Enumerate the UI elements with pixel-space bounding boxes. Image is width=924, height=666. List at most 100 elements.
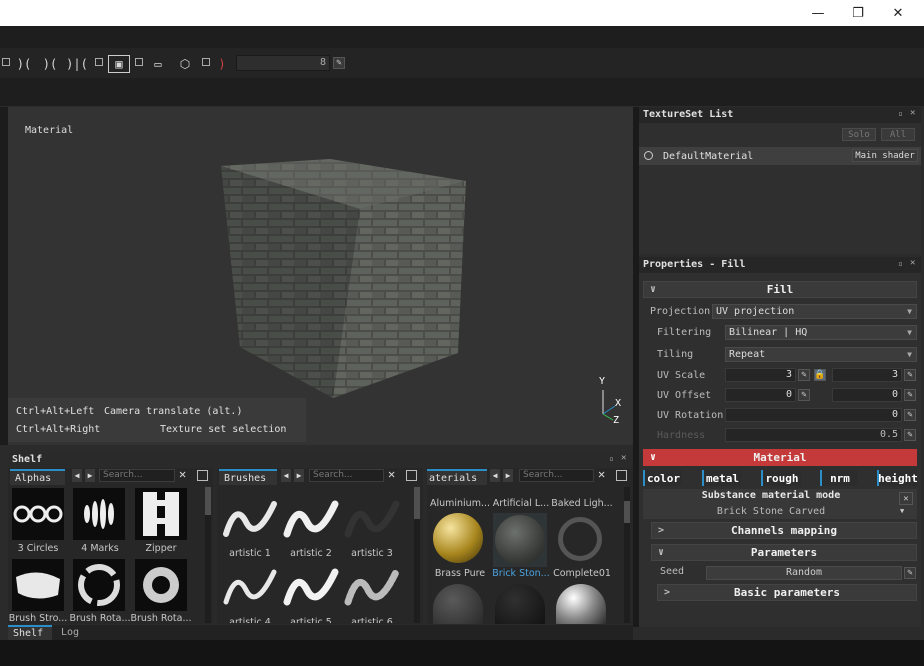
prev-icon[interactable]: ◀ xyxy=(72,469,82,482)
loading-icon xyxy=(558,517,602,561)
pen-icon[interactable]: ✎ xyxy=(904,429,916,441)
alphas-scrollbar[interactable] xyxy=(205,487,211,623)
next-icon[interactable]: ▶ xyxy=(85,469,95,482)
brush-size-slider[interactable] xyxy=(236,55,330,71)
prev-icon[interactable]: ◀ xyxy=(490,469,500,482)
basic-parameters-header[interactable]: > Basic parameters xyxy=(657,584,917,601)
channel-height-toggle[interactable]: height xyxy=(877,470,918,486)
properties-header: Properties - Fill xyxy=(639,257,921,273)
alpha-thumb[interactable] xyxy=(135,488,187,540)
uv-rotation-label: UV Rotation xyxy=(657,410,724,421)
camera-icon[interactable]: ▭ xyxy=(146,55,170,73)
channel-metal-toggle[interactable]: metal xyxy=(702,470,741,486)
hardness-field[interactable]: 0.5 xyxy=(725,428,902,442)
parameters-header[interactable]: ∨ Parameters xyxy=(651,544,917,561)
grid-view-icon[interactable] xyxy=(197,470,208,481)
projection-value: UV projection xyxy=(716,306,795,317)
filtering-dropdown[interactable]: Bilinear | HQ ▼ xyxy=(725,325,917,340)
brush-thumb[interactable] xyxy=(222,492,278,548)
grid-view-icon[interactable] xyxy=(616,470,627,481)
brush-thumb[interactable] xyxy=(283,492,339,548)
brushes-search-input[interactable]: Search... xyxy=(309,469,384,482)
materials-scrollbar[interactable] xyxy=(624,487,630,623)
shader-select[interactable]: Main shader xyxy=(852,149,918,162)
external-link-icon[interactable] xyxy=(202,58,210,66)
grid-view-icon[interactable] xyxy=(406,470,417,481)
slider-value: 8 xyxy=(320,57,327,68)
dropdown-arrow-icon[interactable]: ▼ xyxy=(900,507,904,515)
external-link-icon[interactable] xyxy=(2,58,10,66)
brass-material-sphere[interactable] xyxy=(433,513,483,563)
solo-button[interactable]: Solo xyxy=(842,128,876,141)
brush-thumb[interactable] xyxy=(344,492,400,548)
cube-view-icon[interactable]: ▣ xyxy=(108,55,130,73)
next-icon[interactable]: ▶ xyxy=(503,469,513,482)
material-section-header[interactable]: ∨ Material xyxy=(643,449,917,466)
pen-icon[interactable]: ✎ xyxy=(904,409,916,421)
record-icon[interactable]: ) xyxy=(212,55,232,73)
projection-dropdown[interactable]: UV projection ▼ xyxy=(712,304,917,319)
lock-icon[interactable]: 🔒 xyxy=(814,369,826,381)
external-link-icon[interactable] xyxy=(135,58,143,66)
alpha-thumb[interactable] xyxy=(12,488,64,540)
external-link-icon[interactable] xyxy=(95,58,103,66)
alpha-thumb[interactable] xyxy=(73,559,125,611)
tiling-dropdown[interactable]: Repeat ▼ xyxy=(725,347,917,362)
texture-set-panel xyxy=(639,107,921,254)
pen-icon[interactable]: ✎ xyxy=(333,57,345,69)
channel-color-toggle[interactable]: color xyxy=(643,470,682,486)
clear-search-icon[interactable]: ✕ xyxy=(179,467,186,481)
symmetry-x-icon[interactable]: )( xyxy=(38,55,62,73)
uv-offset-u-field[interactable]: 0 xyxy=(725,388,796,402)
alphas-search-input[interactable]: Search... xyxy=(99,469,175,482)
tab-alphas[interactable]: Alphas xyxy=(10,469,65,485)
uv-offset-v-field[interactable]: 0 xyxy=(832,388,902,402)
tab-shelf[interactable]: Shelf xyxy=(8,625,52,640)
fill-section-header[interactable]: ∨ Fill xyxy=(643,281,917,298)
pen-icon[interactable]: ✎ xyxy=(904,369,916,381)
brushes-scrollbar[interactable] xyxy=(414,487,420,623)
minimize-button[interactable]: — xyxy=(798,0,838,26)
3d-viewport[interactable] xyxy=(8,107,633,445)
uv-scale-v-field[interactable]: 3 xyxy=(832,368,902,382)
close-window-button[interactable]: ✕ xyxy=(878,0,918,26)
close-panel-icon[interactable]: ✕ xyxy=(910,108,915,118)
brush-thumb[interactable] xyxy=(222,562,278,614)
pen-icon[interactable]: ✎ xyxy=(798,369,810,381)
tab-brushes[interactable]: Brushes xyxy=(219,469,277,485)
alpha-thumb[interactable] xyxy=(12,559,64,611)
uv-rotation-field[interactable]: 0 xyxy=(725,408,902,422)
clear-search-icon[interactable]: ✕ xyxy=(598,467,605,481)
symmetry-mirror-icon[interactable]: )|( xyxy=(66,55,88,73)
float-icon[interactable]: ▫ xyxy=(898,259,903,268)
materials-search-input[interactable]: Search... xyxy=(519,469,594,482)
tab-materials[interactable]: aterials xyxy=(427,469,487,485)
seed-random-button[interactable]: Random xyxy=(706,566,902,580)
alpha-thumb[interactable] xyxy=(73,488,125,540)
close-panel-icon[interactable]: ✕ xyxy=(621,453,626,463)
channel-nrm-toggle[interactable]: nrm xyxy=(820,470,858,486)
cube-icon[interactable]: ⬡ xyxy=(174,55,196,73)
brush-thumb[interactable] xyxy=(283,562,339,614)
prev-icon[interactable]: ◀ xyxy=(281,469,291,482)
channel-rough-toggle[interactable]: rough xyxy=(761,470,801,486)
channels-mapping-header[interactable]: > Channels mapping xyxy=(651,522,917,539)
maximize-button[interactable]: ❐ xyxy=(838,0,878,26)
pen-icon[interactable]: ✎ xyxy=(798,389,810,401)
pen-icon[interactable]: ✎ xyxy=(904,389,916,401)
radio-icon[interactable] xyxy=(644,151,653,160)
clear-material-icon[interactable]: ✕ xyxy=(899,492,913,505)
alpha-thumb[interactable] xyxy=(135,559,187,611)
close-panel-icon[interactable]: ✕ xyxy=(910,258,915,268)
tab-log[interactable]: Log xyxy=(56,625,90,640)
next-icon[interactable]: ▶ xyxy=(294,469,304,482)
clear-search-icon[interactable]: ✕ xyxy=(388,467,395,481)
float-icon[interactable]: ▫ xyxy=(898,109,903,118)
symmetry-icon[interactable]: )( xyxy=(13,55,35,73)
selected-material-tile[interactable] xyxy=(493,513,547,567)
float-icon[interactable]: ▫ xyxy=(609,454,614,463)
all-button[interactable]: All xyxy=(881,128,915,141)
uv-scale-u-field[interactable]: 3 xyxy=(725,368,796,382)
pen-icon[interactable]: ✎ xyxy=(904,567,916,579)
brush-thumb[interactable] xyxy=(344,562,400,614)
